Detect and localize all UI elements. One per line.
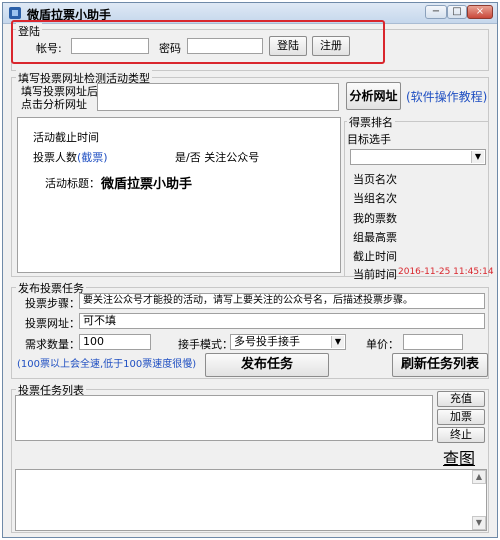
deadline-label: 活动截止时间 — [33, 131, 99, 144]
chevron-down-icon: ▼ — [471, 151, 484, 163]
steps-label: 投票步骤： — [25, 297, 80, 310]
chevron-down-icon: ▼ — [331, 336, 344, 348]
steps-input[interactable]: 要关注公众号才能投的活动，请写上要关注的公众号名，后描述投票步骤。 — [79, 293, 485, 309]
publish-group-label: 发布投票任务 — [16, 280, 86, 296]
recharge-button[interactable]: 充值 — [437, 391, 485, 407]
activity-title-label: 活动标题： — [45, 177, 100, 190]
app-icon — [9, 7, 21, 19]
url-label: 投票网址： — [25, 317, 80, 330]
voters-label: 投票人数 — [33, 151, 77, 164]
url-hint-label: 填写投票网址后 点击分析网址 — [21, 85, 98, 111]
rank-group-label: 得票排名 — [347, 114, 395, 130]
check-image-link[interactable]: 查图 — [443, 445, 475, 469]
mode-select[interactable]: 多号投手接手 ▼ — [230, 334, 346, 350]
app-window: 微盾拉票小助手 − □ × 登陆 帐号: 密码 登陆 注册 填写投票网址检测活动… — [2, 2, 498, 538]
price-input[interactable] — [403, 334, 463, 350]
follow-label: 是/否 关注公众号 — [175, 151, 260, 164]
add-votes-button[interactable]: 加票 — [437, 409, 485, 425]
rank-item-my-votes: 我的票数 — [353, 212, 397, 225]
vote-url-input[interactable] — [97, 83, 339, 111]
login-highlight-box — [11, 20, 385, 64]
target-player-label: 目标选手 — [347, 133, 391, 146]
current-time-value: 2016-11-25 11:45:14 — [398, 267, 494, 277]
mode-select-value: 多号投手接手 — [234, 335, 300, 348]
rank-item-page: 当页名次 — [353, 173, 397, 186]
qty-input[interactable]: 100 — [79, 334, 151, 350]
target-player-select[interactable]: ▼ — [350, 149, 486, 165]
minimize-button[interactable]: − — [425, 5, 447, 19]
maximize-button[interactable]: □ — [447, 5, 467, 19]
mode-label: 接手模式： — [178, 338, 233, 351]
current-time-label: 当前时间 — [353, 268, 397, 281]
voters-value: (截票) — [77, 151, 108, 164]
log-area[interactable] — [15, 469, 487, 531]
scroll-down-arrow[interactable]: ▼ — [472, 516, 486, 530]
publish-task-button[interactable]: 发布任务 — [205, 353, 329, 377]
activity-title-value: 微盾拉票小助手 — [101, 177, 193, 192]
stop-task-button[interactable]: 终止 — [437, 427, 485, 443]
rank-item-deadline: 截止时间 — [353, 250, 397, 263]
rank-item-group: 当组名次 — [353, 192, 397, 205]
speed-note: (100票以上会全速,低于100票速度很慢) — [17, 359, 197, 370]
task-url-input[interactable]: 可不填 — [79, 313, 485, 329]
scroll-up-arrow[interactable]: ▲ — [472, 470, 486, 484]
tutorial-link[interactable]: (软件操作教程) — [406, 88, 487, 105]
rank-item-top-votes: 组最高票 — [353, 231, 397, 244]
task-list[interactable] — [15, 395, 433, 441]
refresh-task-list-button[interactable]: 刷新任务列表 — [392, 353, 488, 377]
analyze-url-button[interactable]: 分析网址 — [346, 82, 401, 110]
price-label: 单价： — [366, 338, 399, 351]
close-button[interactable]: × — [467, 5, 493, 19]
qty-label: 需求数量： — [25, 338, 80, 351]
